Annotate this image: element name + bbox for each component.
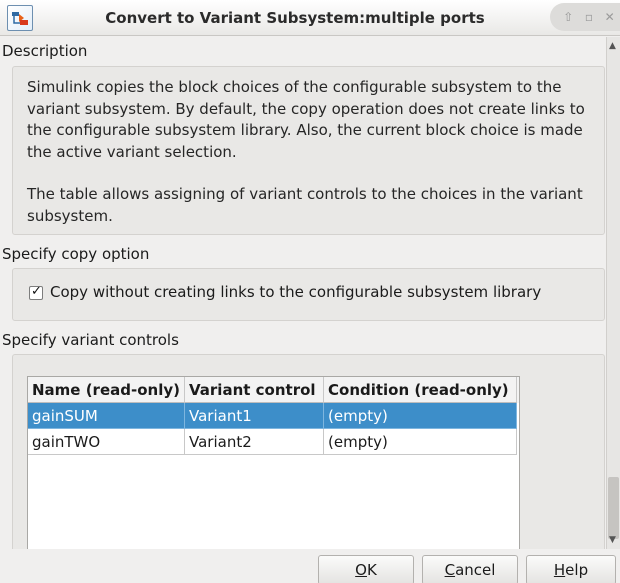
scroll-down-arrow-icon[interactable]: ▼: [609, 535, 616, 545]
copy-without-links-checkbox[interactable]: ✓: [29, 284, 43, 300]
cancel-button[interactable]: Cancel: [422, 555, 518, 583]
title-bar: Convert to Variant Subsystem:multiple po…: [0, 0, 620, 36]
table-row[interactable]: gainTWO Variant2 (empty): [28, 429, 519, 455]
close-icon[interactable]: ✕: [602, 10, 618, 24]
variant-controls-heading: Specify variant controls: [2, 331, 179, 349]
cell-name: gainSUM: [28, 403, 185, 429]
copy-option-box: ✓ Copy without creating links to the con…: [12, 268, 605, 321]
table-header: Name (read-only) Variant control Conditi…: [28, 377, 519, 403]
cell-name: gainTWO: [28, 429, 185, 455]
scrollbar-thumb[interactable]: [608, 477, 619, 539]
column-header-condition[interactable]: Condition (read-only): [324, 377, 517, 403]
column-header-name[interactable]: Name (read-only): [28, 377, 185, 403]
description-text: Simulink copies the block choices of the…: [27, 77, 601, 227]
table-row[interactable]: gainSUM Variant1 (empty): [28, 403, 519, 429]
description-paragraph-2: The table allows assigning of variant co…: [27, 185, 583, 225]
checkmark-icon: ✓: [31, 284, 42, 299]
roll-up-icon[interactable]: ⇧: [560, 10, 576, 24]
cell-condition: (empty): [324, 403, 517, 429]
copy-without-links-label[interactable]: Copy without creating links to the confi…: [50, 283, 541, 301]
dialog-content: Description Simulink copies the block ch…: [0, 37, 605, 549]
cell-condition: (empty): [324, 429, 517, 455]
window-title: Convert to Variant Subsystem:multiple po…: [105, 9, 485, 27]
maximize-icon[interactable]: ▫: [581, 10, 597, 24]
column-header-variant-control[interactable]: Variant control: [185, 377, 324, 403]
description-box: Simulink copies the block choices of the…: [12, 66, 605, 235]
cell-variant-control[interactable]: Variant2: [185, 429, 324, 455]
variant-controls-box: Name (read-only) Variant control Conditi…: [12, 354, 605, 549]
description-heading: Description: [2, 42, 88, 60]
variant-controls-table[interactable]: Name (read-only) Variant control Conditi…: [27, 376, 520, 549]
window-controls: ⇧ ▫ ✕: [550, 3, 620, 31]
description-paragraph-1: Simulink copies the block choices of the…: [27, 78, 585, 161]
vertical-scrollbar[interactable]: ▲ ▼: [606, 37, 620, 549]
copy-option-heading: Specify copy option: [2, 245, 150, 263]
simulink-app-icon: [7, 5, 33, 31]
cell-variant-control[interactable]: Variant1: [185, 403, 324, 429]
scroll-up-arrow-icon[interactable]: ▲: [609, 41, 616, 51]
ok-button[interactable]: OK: [318, 555, 414, 583]
help-button[interactable]: Help: [526, 555, 616, 583]
